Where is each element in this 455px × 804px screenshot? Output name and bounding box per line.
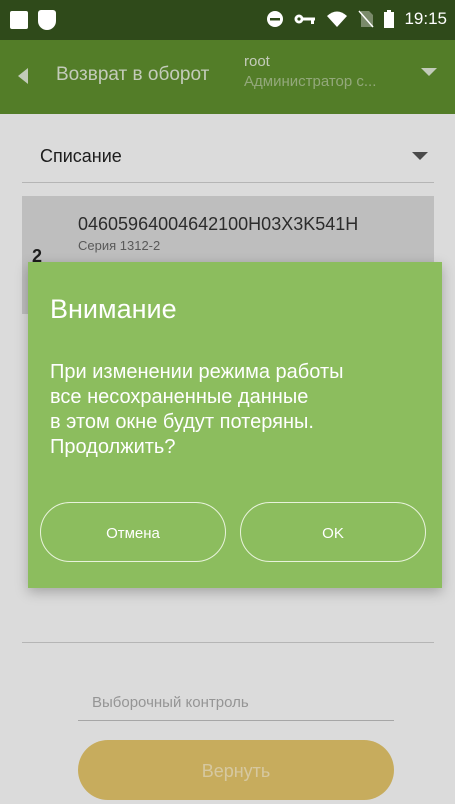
status-left-icons [10, 10, 56, 30]
status-time: 19:15 [404, 9, 447, 28]
image-icon [10, 11, 28, 29]
vpn-key-icon [294, 14, 316, 24]
app-screen: 19:15 Возврат в оборот root Администрато… [0, 0, 455, 804]
confirm-dialog: Внимание При изменении режима работы все… [28, 262, 442, 588]
status-bar: 19:15 [0, 0, 455, 40]
battery-icon [384, 10, 395, 28]
ok-button[interactable]: OK [240, 502, 426, 562]
dialog-message: При изменении режима работы все несохран… [50, 361, 344, 458]
no-sim-icon [358, 10, 375, 28]
cancel-button[interactable]: Отмена [40, 502, 226, 562]
do-not-disturb-icon [267, 11, 284, 27]
dialog-title: Внимание [50, 294, 177, 324]
wifi-icon [327, 11, 348, 27]
shield-icon [38, 10, 56, 30]
status-right-icons: 19:15 [266, 9, 447, 29]
